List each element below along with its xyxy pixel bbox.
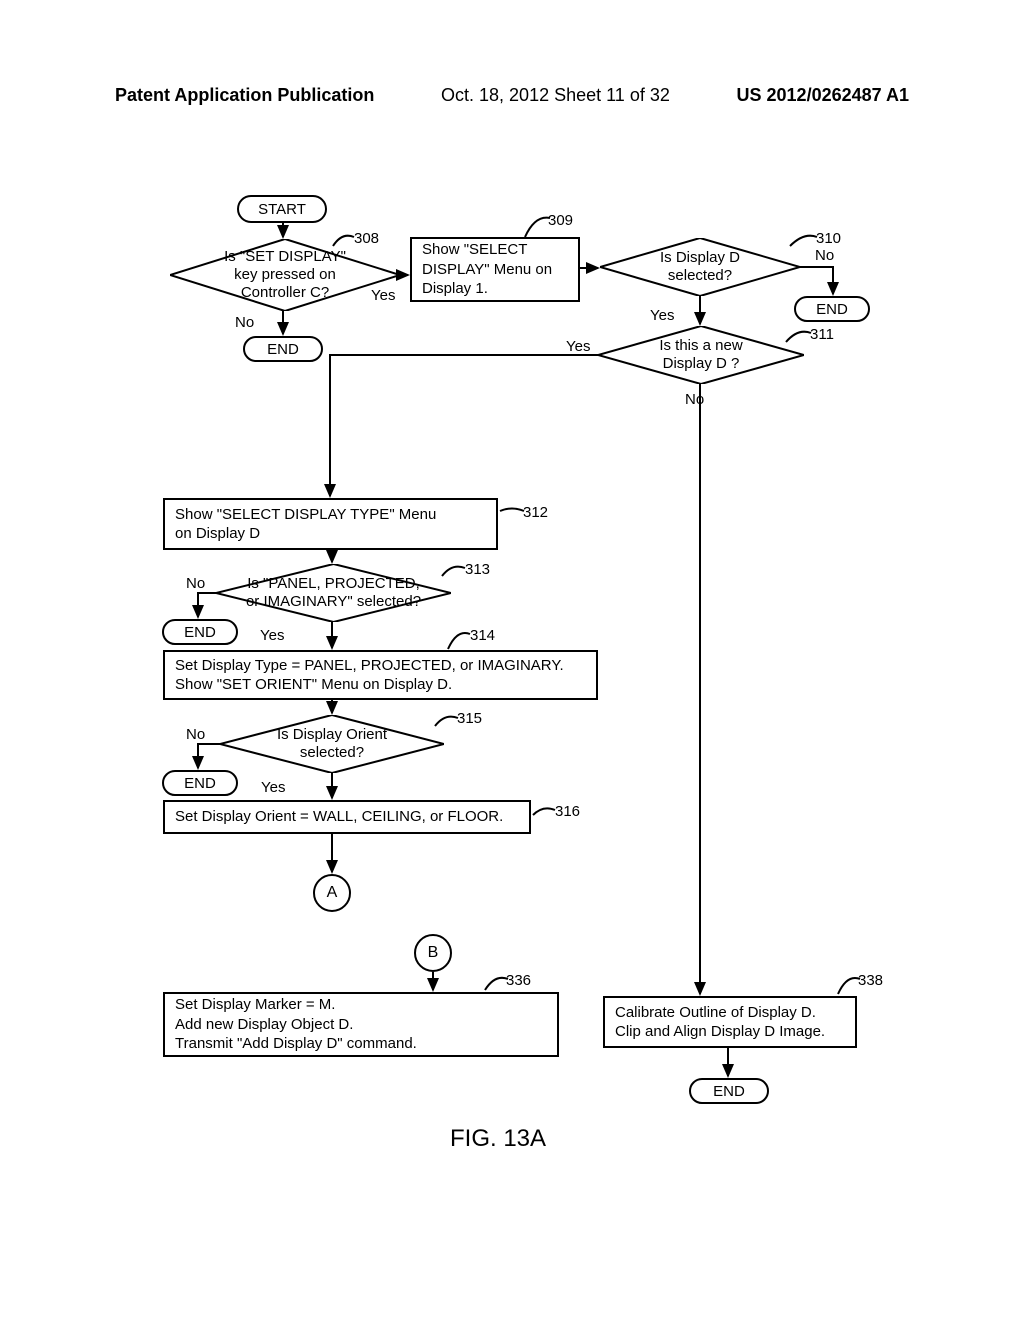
ref-313: 313 — [465, 561, 490, 578]
flowchart-canvas: START Is "SET DISPLAY" key pressed on Co… — [0, 0, 1024, 1320]
decision-308: Is "SET DISPLAY" key pressed on Controll… — [170, 239, 400, 311]
process-338: Calibrate Outline of Display D. Clip and… — [603, 996, 857, 1048]
ref-310: 310 — [816, 230, 841, 247]
ref-316: 316 — [555, 803, 580, 820]
ref-336: 336 — [506, 972, 531, 989]
ref-311: 311 — [810, 326, 834, 343]
connector-b: B — [414, 934, 452, 972]
process-336: Set Display Marker = M. Add new Display … — [163, 992, 559, 1057]
decision-313: Is "PANEL, PROJECTED, or IMAGINARY" sele… — [216, 564, 451, 622]
decision-315: Is Display Orient selected? — [220, 715, 444, 773]
end-terminator-5: END — [689, 1078, 769, 1104]
label-yes-313: Yes — [260, 627, 284, 644]
end-terminator-2: END — [794, 296, 870, 322]
label-yes-310: Yes — [650, 307, 674, 324]
process-316: Set Display Orient = WALL, CEILING, or F… — [163, 800, 531, 834]
label-yes-315: Yes — [261, 779, 285, 796]
end-terminator-3: END — [162, 619, 238, 645]
label-yes-308: Yes — [371, 287, 395, 304]
ref-338: 338 — [858, 972, 883, 989]
figure-title: FIG. 13A — [450, 1125, 546, 1153]
label-no-310: No — [815, 247, 834, 264]
end-terminator-4: END — [162, 770, 238, 796]
label-no: No — [685, 391, 704, 408]
start-terminator: START — [237, 195, 327, 223]
ref-309: 309 — [548, 212, 573, 229]
ref-308: 308 — [354, 230, 379, 247]
label-no-313: No — [186, 575, 205, 592]
process-309: Show "SELECT DISPLAY" Menu on Display 1. — [410, 237, 580, 302]
label-no-315: No — [186, 726, 205, 743]
process-312: Show "SELECT DISPLAY TYPE" Menu on Displ… — [163, 498, 498, 550]
label-yes-311: Yes — [566, 338, 590, 355]
decision-310: Is Display D selected? — [600, 238, 800, 296]
ref-315: 315 — [457, 710, 482, 727]
connector-a: A — [313, 874, 351, 912]
ref-312: 312 — [523, 504, 548, 521]
ref-314: 314 — [470, 627, 495, 644]
decision-311: Is this a new Display D ? — [598, 326, 804, 384]
process-314: Set Display Type = PANEL, PROJECTED, or … — [163, 650, 598, 700]
label-no-308: No — [235, 314, 254, 331]
end-terminator-1: END — [243, 336, 323, 362]
